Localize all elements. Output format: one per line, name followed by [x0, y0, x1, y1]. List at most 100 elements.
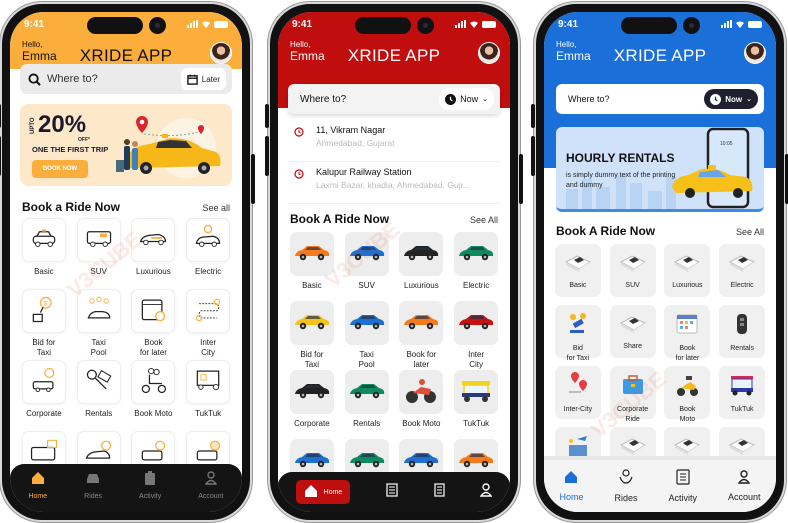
nav-item-home[interactable]: Home [28, 471, 47, 500]
service-tile-tuktuk[interactable]: TukTuk [184, 360, 232, 429]
service-tile-tuktuk[interactable]: TukTuk [718, 366, 766, 419]
service-tile-book-moto[interactable]: Book Moto [398, 370, 446, 439]
service-tile-rentals[interactable]: Rentals [718, 305, 766, 358]
service-tile-box[interactable] [289, 301, 334, 345]
service-tile-box[interactable] [344, 232, 389, 276]
service-tile-box[interactable] [76, 360, 121, 404]
search-bar[interactable]: Where to? Now ⌄ [288, 84, 500, 114]
search-input[interactable]: Where to? [47, 73, 181, 85]
service-tile-box[interactable] [131, 360, 176, 404]
service-tile-box[interactable] [186, 360, 231, 404]
service-tile-box[interactable] [21, 360, 66, 404]
service-tile-box[interactable] [186, 218, 231, 262]
search-input[interactable]: Where to? [300, 94, 439, 105]
hourly-rentals-banner[interactable]: HOURLY RENTALS is simply dummy text of t… [556, 127, 764, 212]
avatar[interactable] [744, 42, 766, 64]
service-tile-luxurious[interactable]: Luxurious [130, 218, 178, 287]
nav-item-document[interactable] [433, 482, 445, 502]
nav-item-activity[interactable]: Activity [668, 469, 697, 503]
see-all-link[interactable]: See All [470, 215, 498, 225]
service-tile-basic[interactable]: Basic [288, 232, 336, 301]
service-tile-bid-for-taxi[interactable]: Bid for Taxi [288, 301, 336, 370]
service-tile-box[interactable] [131, 218, 176, 262]
service-tile-taxi-pool[interactable]: Taxi Pool [343, 301, 391, 370]
service-tile-suv[interactable]: SUV [609, 244, 657, 297]
search-bar[interactable]: Where to? Later [20, 64, 232, 94]
service-tile-box[interactable]: Luxurious [664, 244, 711, 297]
service-tile-box[interactable] [399, 301, 444, 345]
service-tile-box[interactable] [289, 370, 334, 414]
service-tile-box[interactable] [454, 301, 499, 345]
service-tile-box[interactable]: Book Moto [664, 366, 711, 423]
recent-place-item[interactable]: 11, Vikram Nagar Ahmedabad, Gujarat [288, 120, 500, 162]
service-tile-suv[interactable]: SUV [343, 232, 391, 301]
service-tile-tuktuk[interactable]: TukTuk [452, 370, 500, 439]
service-tile-box[interactable] [344, 370, 389, 414]
service-tile-box[interactable]: Basic [554, 244, 601, 297]
now-button[interactable]: Now ⌄ [439, 88, 494, 110]
service-tile-book-moto[interactable]: Book Moto [664, 366, 712, 423]
service-tile-box[interactable] [399, 232, 444, 276]
book-now-button[interactable]: BOOK NOW [32, 160, 88, 178]
service-tile-corporate[interactable]: Corporate [20, 360, 68, 429]
nav-item-rides[interactable]: Rides [84, 471, 102, 500]
service-tile-book-for-later[interactable]: Book for later [130, 289, 178, 358]
service-tile-box[interactable] [289, 232, 334, 276]
service-tile-box[interactable]: Rentals [719, 305, 766, 358]
service-tile-share[interactable]: Share [609, 305, 657, 358]
service-tile-box[interactable] [76, 289, 121, 333]
service-tile-box[interactable]: Bid for Taxi [554, 305, 601, 362]
service-tile-electric[interactable]: Electric [184, 218, 232, 287]
service-tile-box[interactable]: Corporate Ride [609, 366, 656, 423]
promo-banner[interactable]: UPTO 20% OFF* ONE THE FIRST TRIP BOOK NO… [20, 104, 232, 186]
service-tile-box[interactable] [131, 289, 176, 333]
service-tile-rentals[interactable]: Rentals [343, 370, 391, 439]
service-tile-bid-for-taxi[interactable]: Bid for Taxi [554, 305, 602, 362]
nav-item-home[interactable]: Home [559, 470, 584, 502]
avatar[interactable] [478, 42, 500, 64]
service-tile-box[interactable] [21, 218, 66, 262]
service-tile-box[interactable]: Share [609, 305, 656, 358]
service-tile-inter-city[interactable]: Inter City [184, 289, 232, 358]
nav-item-account[interactable]: Account [728, 470, 760, 502]
service-tile-bid-for-taxi[interactable]: $ Bid for Taxi [20, 289, 68, 358]
service-tile-box[interactable]: SUV [609, 244, 656, 297]
service-tile-box[interactable] [186, 289, 231, 333]
service-tile-corporate-ride[interactable]: Corporate Ride [609, 366, 657, 423]
service-tile-inter-city[interactable]: Inter City [452, 301, 500, 370]
service-tile-luxurious[interactable]: Luxurious [398, 232, 446, 301]
service-tile-box[interactable] [454, 232, 499, 276]
see-all-link[interactable]: See All [736, 227, 764, 237]
service-tile-corporate[interactable]: Corporate [288, 370, 336, 439]
service-tile-electric[interactable]: Electric [452, 232, 500, 301]
service-tile-box[interactable] [454, 370, 499, 414]
service-tile-box[interactable] [399, 370, 444, 414]
nav-item-home[interactable]: Home [295, 480, 351, 504]
service-tile-rentals[interactable]: Rentals [75, 360, 123, 429]
later-button[interactable]: Later [180, 68, 226, 90]
service-tile-basic[interactable]: Basic [20, 218, 68, 287]
service-tile-box[interactable]: TukTuk [719, 366, 766, 419]
nav-item-user[interactable] [479, 482, 493, 502]
now-button[interactable]: Now ⌄ [704, 89, 758, 109]
service-tile-inter-city[interactable]: Inter-City [554, 366, 602, 419]
service-tile-book-for-later[interactable]: Book for later [664, 305, 712, 362]
service-tile-box[interactable]: Book for later [664, 305, 711, 362]
service-tile-box[interactable] [344, 301, 389, 345]
avatar[interactable] [210, 42, 232, 64]
service-tile-taxi-pool[interactable]: Taxi Pool [75, 289, 123, 358]
service-tile-basic[interactable]: Basic [554, 244, 602, 297]
nav-item-account[interactable]: Account [198, 470, 224, 500]
service-tile-box[interactable]: Electric [719, 244, 766, 297]
service-tile-suv[interactable]: SUV [75, 218, 123, 287]
service-tile-box[interactable]: Inter-City [554, 366, 601, 419]
recent-place-item[interactable]: Kalupur Railway Station Laxmi Bazar, khad… [288, 162, 500, 204]
service-tile-book-for-later[interactable]: Book for later [398, 301, 446, 370]
search-input[interactable]: Where to? [568, 94, 704, 104]
nav-item-list[interactable] [386, 482, 398, 502]
service-tile-book-moto[interactable]: Book Moto [130, 360, 178, 429]
nav-item-activity[interactable]: Activity [139, 470, 161, 500]
search-bar[interactable]: Where to? Now ⌄ [556, 84, 764, 114]
service-tile-luxurious[interactable]: Luxurious [664, 244, 712, 297]
service-tile-box[interactable] [76, 218, 121, 262]
